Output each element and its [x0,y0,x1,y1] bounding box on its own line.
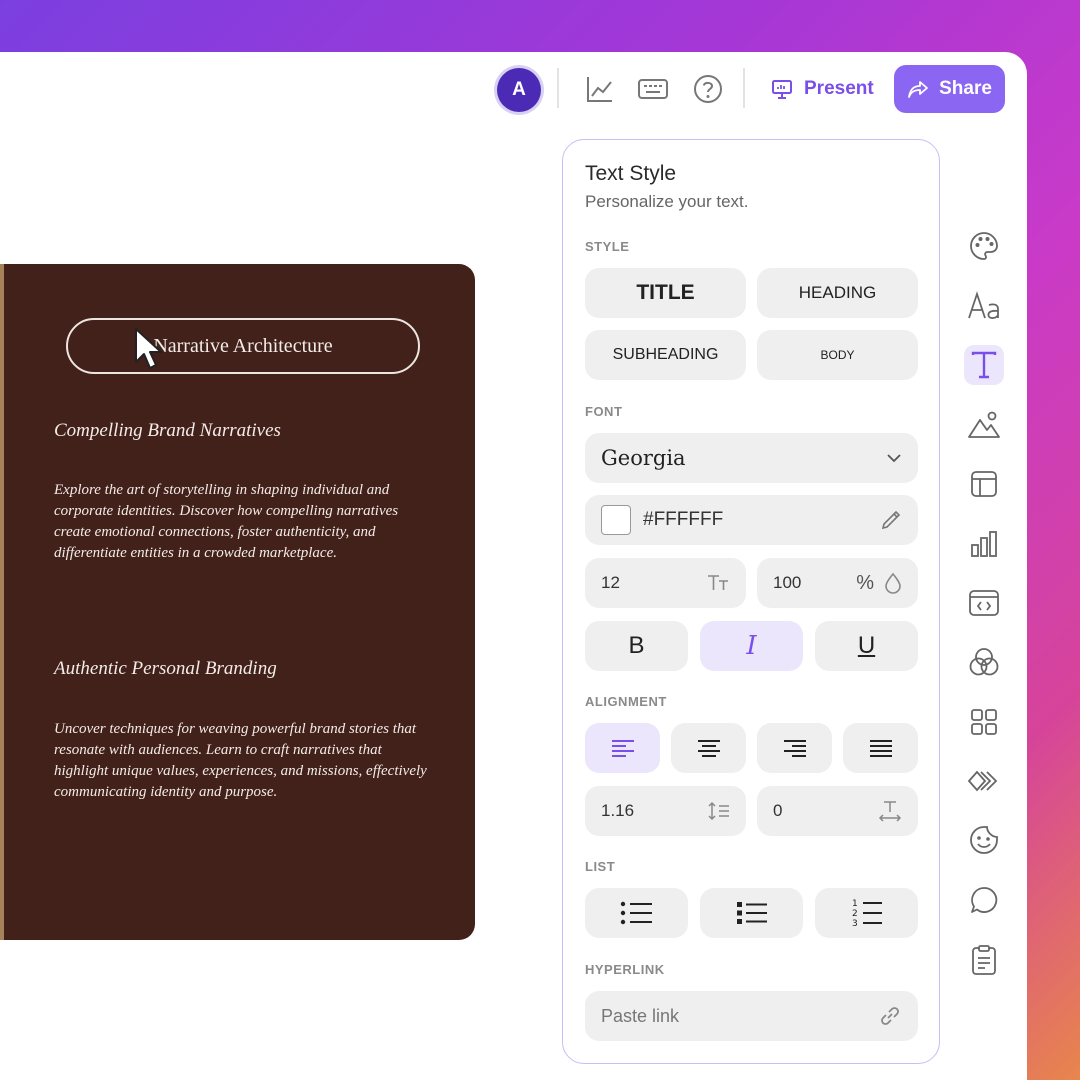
user-avatar[interactable]: A [497,68,541,112]
text-style-panel: Text Style Personalize your text. STYLE … [562,139,940,1064]
letter-spacing-field[interactable]: 0 [757,786,918,836]
line-height-value[interactable]: 1.16 [601,801,634,821]
bold-icon: B [628,632,645,659]
style-body-button[interactable]: BODY [757,330,918,380]
opacity-unit: % [856,571,874,594]
underline-icon: U [857,632,876,659]
section2-body[interactable]: Uncover techniques for weaving powerful … [54,719,434,803]
notes-clipboard-icon[interactable] [964,940,1004,980]
palette-icon[interactable] [964,226,1004,266]
style-section-label: STYLE [585,239,630,254]
animation-icon[interactable] [964,761,1004,801]
hyperlink-section-label: HYPERLINK [585,962,665,977]
panel-title: Text Style [585,162,677,185]
present-label: Present [804,78,874,99]
layout-icon[interactable] [964,464,1004,504]
underline-button[interactable]: U [815,621,918,671]
opacity-field[interactable]: 100 % [757,558,918,608]
link-icon [878,1004,902,1028]
font-section-label: FONT [585,404,623,419]
hyperlink-input[interactable]: Paste link [585,991,918,1041]
square-list-icon [736,901,768,925]
italic-icon: I [746,631,757,661]
align-left-icon [610,738,636,758]
eyedropper-icon[interactable] [880,509,902,531]
text-t-icon[interactable] [964,345,1004,385]
line-height-icon [708,801,730,821]
text-size-icon [706,573,730,593]
opacity-value[interactable]: 100 [773,573,801,593]
align-right-button[interactable] [757,723,832,773]
svg-text:1: 1 [852,899,858,909]
align-center-icon [696,738,722,758]
style-title-button[interactable]: TITLE [585,268,746,318]
image-icon[interactable] [964,405,1004,445]
section1-body[interactable]: Explore the art of storytelling in shapi… [54,480,434,564]
square-list-button[interactable] [700,888,803,938]
numbered-list-icon: 123 [851,898,883,928]
bar-chart-icon[interactable] [964,524,1004,564]
chevron-down-icon [886,453,902,463]
text-color-field[interactable]: #FFFFFF [585,495,918,545]
grid-apps-icon[interactable] [964,702,1004,742]
align-right-icon [782,738,808,758]
alignment-section-label: ALIGNMENT [585,694,667,709]
color-swatch[interactable] [601,505,631,535]
bold-button[interactable]: B [585,621,688,671]
line-height-field[interactable]: 1.16 [585,786,746,836]
share-label: Share [939,78,992,99]
share-icon [907,78,929,100]
panel-subtitle: Personalize your text. [585,192,749,211]
present-button[interactable]: Present [770,70,874,108]
toolbar-divider [557,68,559,108]
share-button[interactable]: Share [894,65,1005,113]
bullet-list-button[interactable] [585,888,688,938]
sticker-emoji-icon[interactable] [964,820,1004,860]
bullet-list-icon [620,901,654,925]
font-select-value: Georgia [601,446,686,470]
comment-icon[interactable] [964,880,1004,920]
font-size-value[interactable]: 12 [601,573,620,593]
letter-spacing-value[interactable]: 0 [773,801,782,821]
color-hex-value[interactable]: #FFFFFF [643,509,723,531]
section2-heading[interactable]: Authentic Personal Branding [54,658,277,680]
slide-card[interactable]: Narrative Architecture Compelling Brand … [0,264,475,940]
numbered-list-button[interactable]: 123 [815,888,918,938]
font-size-field[interactable]: 12 [585,558,746,608]
present-icon [770,77,794,101]
embed-code-icon[interactable] [964,583,1004,623]
shapes-icon[interactable] [964,642,1004,682]
italic-button[interactable]: I [700,621,803,671]
svg-text:3: 3 [852,919,858,928]
font-aa-icon[interactable] [964,286,1004,326]
letter-spacing-icon [878,800,902,822]
align-left-button[interactable] [585,723,660,773]
align-justify-icon [868,738,894,758]
help-icon[interactable] [689,70,727,108]
section1-heading[interactable]: Compelling Brand Narratives [54,420,281,442]
font-select[interactable]: Georgia [585,433,918,483]
hyperlink-placeholder[interactable]: Paste link [601,1006,679,1027]
style-subheading-button[interactable]: SUBHEADING [585,330,746,380]
mouse-cursor-icon [132,326,166,372]
svg-text:2: 2 [852,909,858,919]
keyboard-icon[interactable] [634,70,672,108]
analytics-icon[interactable] [581,70,619,108]
align-justify-button[interactable] [843,723,918,773]
opacity-drop-icon [884,572,902,594]
style-heading-button[interactable]: HEADING [757,268,918,318]
toolbar-divider [743,68,745,108]
list-section-label: LIST [585,859,616,874]
slide-title-pill[interactable]: Narrative Architecture [66,318,420,374]
align-center-button[interactable] [671,723,746,773]
